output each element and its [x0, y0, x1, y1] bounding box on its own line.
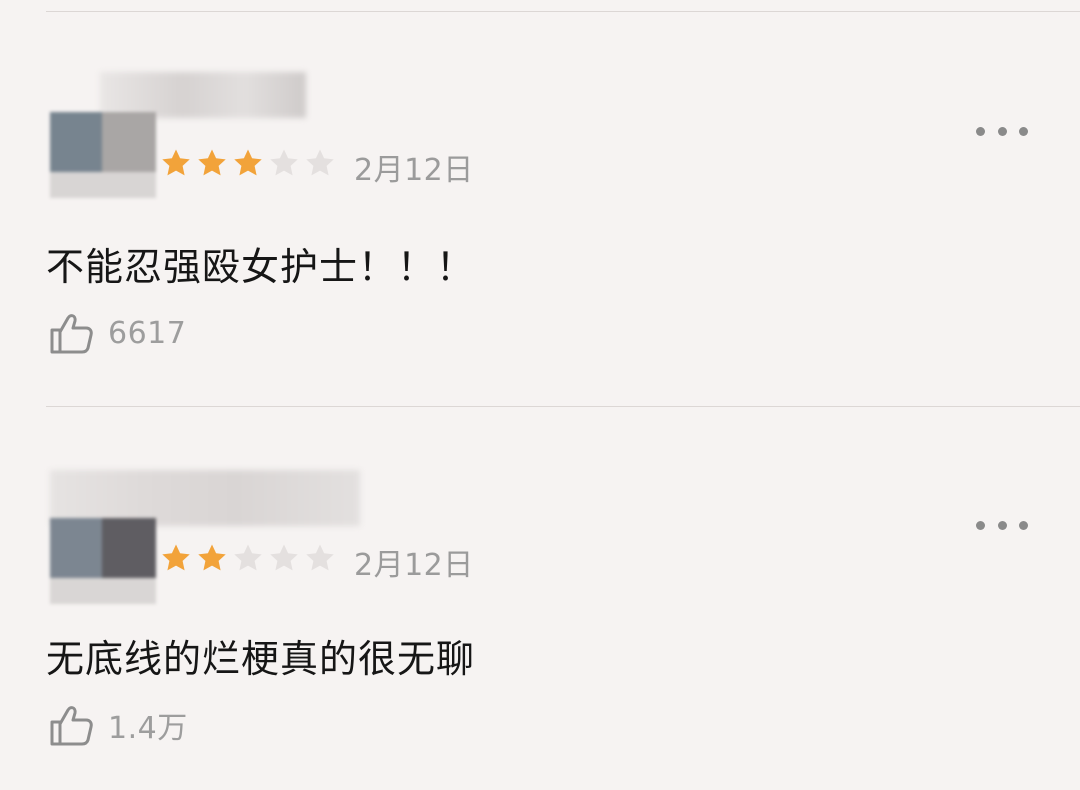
comment-date: 2月12日 [354, 153, 474, 188]
comment-text: 无底线的烂梗真的很无聊 [46, 637, 476, 681]
rating-stars [160, 147, 336, 179]
top-divider [46, 11, 1080, 12]
comment-text: 不能忍强殴女护士！！！ [46, 245, 476, 289]
like-count: 1.4万 [108, 711, 188, 746]
star-filled-icon [162, 149, 190, 176]
star-empty-icon [306, 149, 334, 176]
star-filled-icon [198, 544, 226, 571]
like-button[interactable]: 1.4万 [48, 702, 188, 748]
more-options-button[interactable] [976, 515, 1028, 535]
like-count: 6617 [108, 315, 187, 351]
star-empty-icon [306, 544, 334, 571]
rating-stars [160, 542, 336, 574]
thumbs-up-icon [50, 706, 93, 746]
like-button[interactable]: 6617 [48, 310, 186, 356]
avatar[interactable] [50, 518, 156, 604]
more-options-button[interactable] [976, 121, 1028, 141]
star-empty-icon [270, 149, 298, 176]
star-empty-icon [270, 544, 298, 571]
thumbs-up-icon [50, 314, 93, 354]
comment-divider [46, 406, 1080, 407]
star-filled-icon [198, 149, 226, 176]
star-filled-icon [234, 149, 262, 176]
star-filled-icon [162, 544, 190, 571]
more-dots-icon [976, 126, 985, 136]
star-empty-icon [234, 544, 262, 571]
comment-date: 2月12日 [354, 548, 474, 583]
more-dots-icon [976, 520, 985, 530]
avatar[interactable] [50, 112, 156, 198]
